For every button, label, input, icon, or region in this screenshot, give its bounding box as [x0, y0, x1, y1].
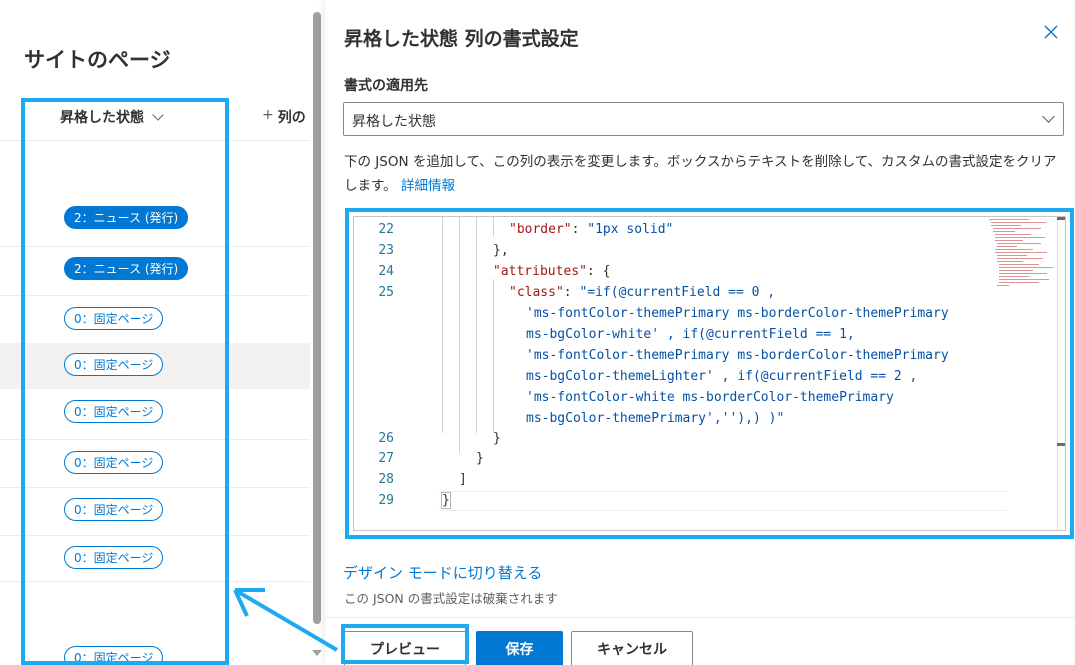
code-line: ms-bgColor-white' , if(@currentField == … [526, 327, 855, 342]
editor-minimap[interactable] [987, 217, 1057, 297]
line-number: 28 [378, 472, 394, 487]
close-icon[interactable] [1043, 24, 1059, 40]
json-punct: : [563, 285, 580, 300]
code-line: }, [493, 243, 509, 258]
code-line: "attributes": { [493, 264, 610, 279]
code-line: } [441, 492, 451, 509]
scrollbar-thumb[interactable] [313, 12, 321, 624]
json-punct: : { [586, 264, 611, 279]
line-number: 24 [378, 264, 394, 279]
panel-title: 昇格した状態 列の書式設定 [344, 28, 579, 50]
json-punct: : [571, 222, 588, 237]
line-number: 23 [378, 243, 394, 258]
code-line: } [493, 431, 501, 446]
apply-to-value: 昇格した状態 [352, 114, 436, 130]
line-number: 25 [378, 285, 394, 300]
code-line: ms-bgColor-themePrimary',''),) )" [526, 411, 785, 426]
indent-guide [442, 217, 443, 433]
apply-to-label: 書式の適用先 [344, 78, 428, 94]
line-number: 27 [378, 451, 394, 466]
format-column-panel: 昇格した状態 列の書式設定 書式の適用先 昇格した状態 下の JSON を追加し… [325, 0, 1075, 665]
scrollbar-marker [1057, 443, 1065, 446]
indent-guide [493, 217, 494, 237]
site-pages-list: サイトのページ 昇格した状態 + 列の 2：ニュース (発行) 2：ニュース (… [0, 0, 325, 665]
json-key: "border" [509, 222, 572, 237]
code-line: } [476, 451, 484, 466]
indent-guide [476, 217, 477, 433]
current-line-highlight [439, 491, 1007, 511]
code-line: ] [459, 472, 467, 487]
code-line: "border": "1px solid" [509, 222, 673, 237]
indent-guide [493, 279, 494, 433]
code-line: 'ms-fontColor-themePrimary ms-borderColo… [526, 348, 949, 363]
code-line: 'ms-fontColor-themePrimary ms-borderColo… [526, 306, 949, 321]
json-string: "1px solid" [587, 222, 674, 237]
scrollbar-marker [1057, 217, 1065, 220]
details-link[interactable]: 詳細情報 [401, 178, 455, 194]
json-code-editor[interactable]: 22 "border": "1px solid" 23 }, 24 "attri… [353, 216, 1066, 531]
description-text: 下の JSON を追加して、この列の表示を変更します。ボックスからテキストを削除… [344, 150, 1059, 198]
annotation-arrow-icon [233, 588, 339, 652]
code-line: 'ms-fontColor-white ms-borderColor-theme… [526, 390, 894, 405]
line-number: 22 [378, 222, 394, 237]
json-key: "class" [509, 285, 564, 300]
add-column-label: 列の [277, 110, 306, 126]
indent-guide [459, 217, 460, 453]
line-number: 29 [378, 493, 394, 508]
switch-to-design-mode-link[interactable]: デザイン モードに切り替える [343, 562, 542, 583]
chevron-down-icon [1042, 110, 1055, 123]
editor-scrollbar[interactable] [1057, 217, 1065, 530]
apply-to-dropdown[interactable]: 昇格した状態 [343, 102, 1064, 136]
cancel-button[interactable]: キャンセル [571, 631, 693, 665]
discard-note: この JSON の書式設定は破棄されます [344, 591, 558, 606]
footer-divider [325, 617, 1075, 618]
line-number: 26 [378, 431, 394, 446]
code-line: "class": "=if(@currentField == 0 , [509, 285, 775, 300]
json-key: "attributes" [493, 264, 587, 279]
json-string: "=if(@currentField == 0 , [579, 285, 776, 300]
add-column-button[interactable]: + 列の [262, 107, 306, 127]
page-title: サイトのページ [24, 48, 171, 72]
annotation-highlight-column [21, 98, 229, 665]
code-line: ms-bgColor-themeLighter' , if(@currentFi… [526, 369, 918, 384]
save-button[interactable]: 保存 [476, 631, 563, 665]
annotation-highlight-preview [341, 624, 469, 664]
plus-icon: + [262, 107, 274, 123]
screen: サイトのページ 昇格した状態 + 列の 2：ニュース (発行) 2：ニュース (… [0, 0, 1075, 665]
